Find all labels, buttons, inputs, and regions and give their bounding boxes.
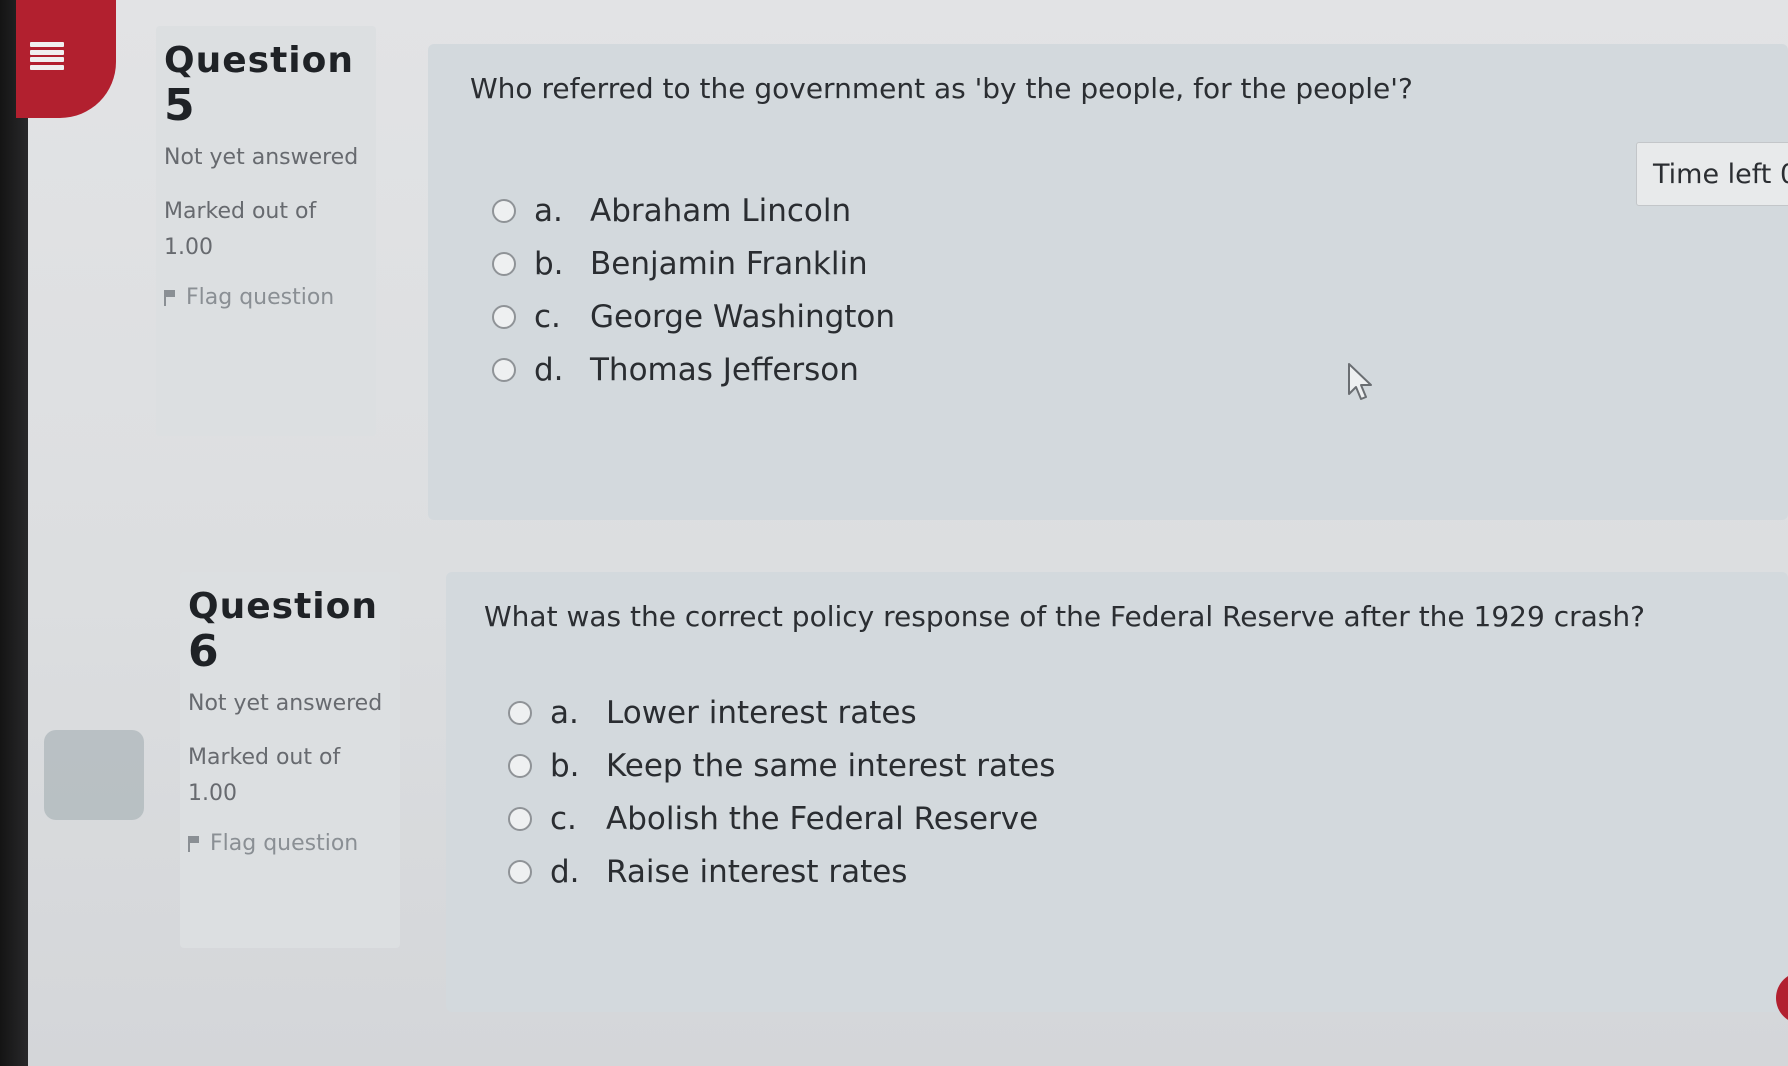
radio-button[interactable] — [508, 753, 532, 778]
radio-button[interactable] — [508, 859, 532, 884]
menu-list-icon — [30, 42, 64, 70]
answer-list: a. Lower interest rates b. Keep the same… — [508, 686, 1055, 898]
question-content-6: What was the correct policy response of … — [446, 572, 1788, 1012]
drawer-toggle-button[interactable] — [16, 0, 116, 118]
answer-option-c[interactable]: c. Abolish the Federal Reserve — [508, 792, 1055, 845]
question-label: Question — [188, 586, 378, 627]
question-number: 6 — [188, 626, 219, 677]
mouse-pointer-icon — [1348, 363, 1372, 400]
answer-text: Lower interest rates — [606, 694, 917, 731]
question-number: 5 — [164, 80, 195, 131]
answer-letter: b. — [534, 245, 564, 282]
answer-option-c[interactable]: c. George Washington — [492, 290, 895, 343]
question-text: Who referred to the government as 'by th… — [470, 72, 1413, 105]
radio-button[interactable] — [492, 304, 516, 329]
answer-option-b[interactable]: b. Benjamin Franklin — [492, 237, 895, 290]
flag-label: Flag question — [210, 831, 359, 856]
answer-list: a. Abraham Lincoln b. Benjamin Franklin … — [492, 184, 895, 396]
question-status: Not yet answered — [164, 145, 359, 170]
radio-button[interactable] — [508, 700, 532, 725]
answer-text: Thomas Jefferson — [590, 351, 859, 388]
answer-letter: d. — [534, 351, 564, 388]
answer-letter: c. — [550, 800, 577, 837]
answer-text: Abraham Lincoln — [590, 192, 852, 229]
question-status: Not yet answered — [188, 691, 383, 716]
answer-option-d[interactable]: d. Raise interest rates — [508, 845, 1055, 898]
answer-text: Benjamin Franklin — [590, 245, 868, 282]
answer-letter: c. — [534, 298, 561, 335]
radio-button[interactable] — [492, 357, 516, 382]
quiz-page: Question 5 Not yet answered Marked out o… — [16, 0, 1788, 1066]
flag-icon — [164, 290, 176, 306]
answer-letter: a. — [534, 192, 563, 229]
radio-button[interactable] — [492, 198, 516, 223]
answer-option-a[interactable]: a. Abraham Lincoln — [492, 184, 895, 237]
answer-letter: d. — [550, 853, 580, 890]
flag-question-link[interactable]: Flag question — [188, 826, 392, 862]
flag-label: Flag question — [186, 285, 335, 310]
answer-text: George Washington — [590, 298, 896, 335]
answer-text: Keep the same interest rates — [606, 747, 1056, 784]
question-info-6: Question 6 Not yet answered Marked out o… — [180, 572, 400, 948]
radio-button[interactable] — [508, 806, 532, 831]
time-left-display: Time left 0:4 — [1636, 142, 1788, 206]
question-text: What was the correct policy response of … — [484, 600, 1645, 633]
question-info-5: Question 5 Not yet answered Marked out o… — [156, 26, 376, 436]
answer-option-a[interactable]: a. Lower interest rates — [508, 686, 1055, 739]
flag-question-link[interactable]: Flag question — [164, 280, 368, 316]
answer-option-d[interactable]: d. Thomas Jefferson — [492, 343, 895, 396]
answer-letter: a. — [550, 694, 579, 731]
question-marks: Marked out of 1.00 — [188, 745, 341, 806]
side-navigation-button[interactable] — [44, 730, 144, 820]
answer-letter: b. — [550, 747, 580, 784]
answer-option-b[interactable]: b. Keep the same interest rates — [508, 739, 1055, 792]
flag-icon — [188, 836, 200, 852]
answer-text: Abolish the Federal Reserve — [606, 800, 1039, 837]
question-marks: Marked out of 1.00 — [164, 199, 317, 260]
question-label: Question — [164, 40, 354, 81]
radio-button[interactable] — [492, 251, 516, 276]
answer-text: Raise interest rates — [606, 853, 908, 890]
question-content-5: Who referred to the government as 'by th… — [428, 44, 1788, 520]
